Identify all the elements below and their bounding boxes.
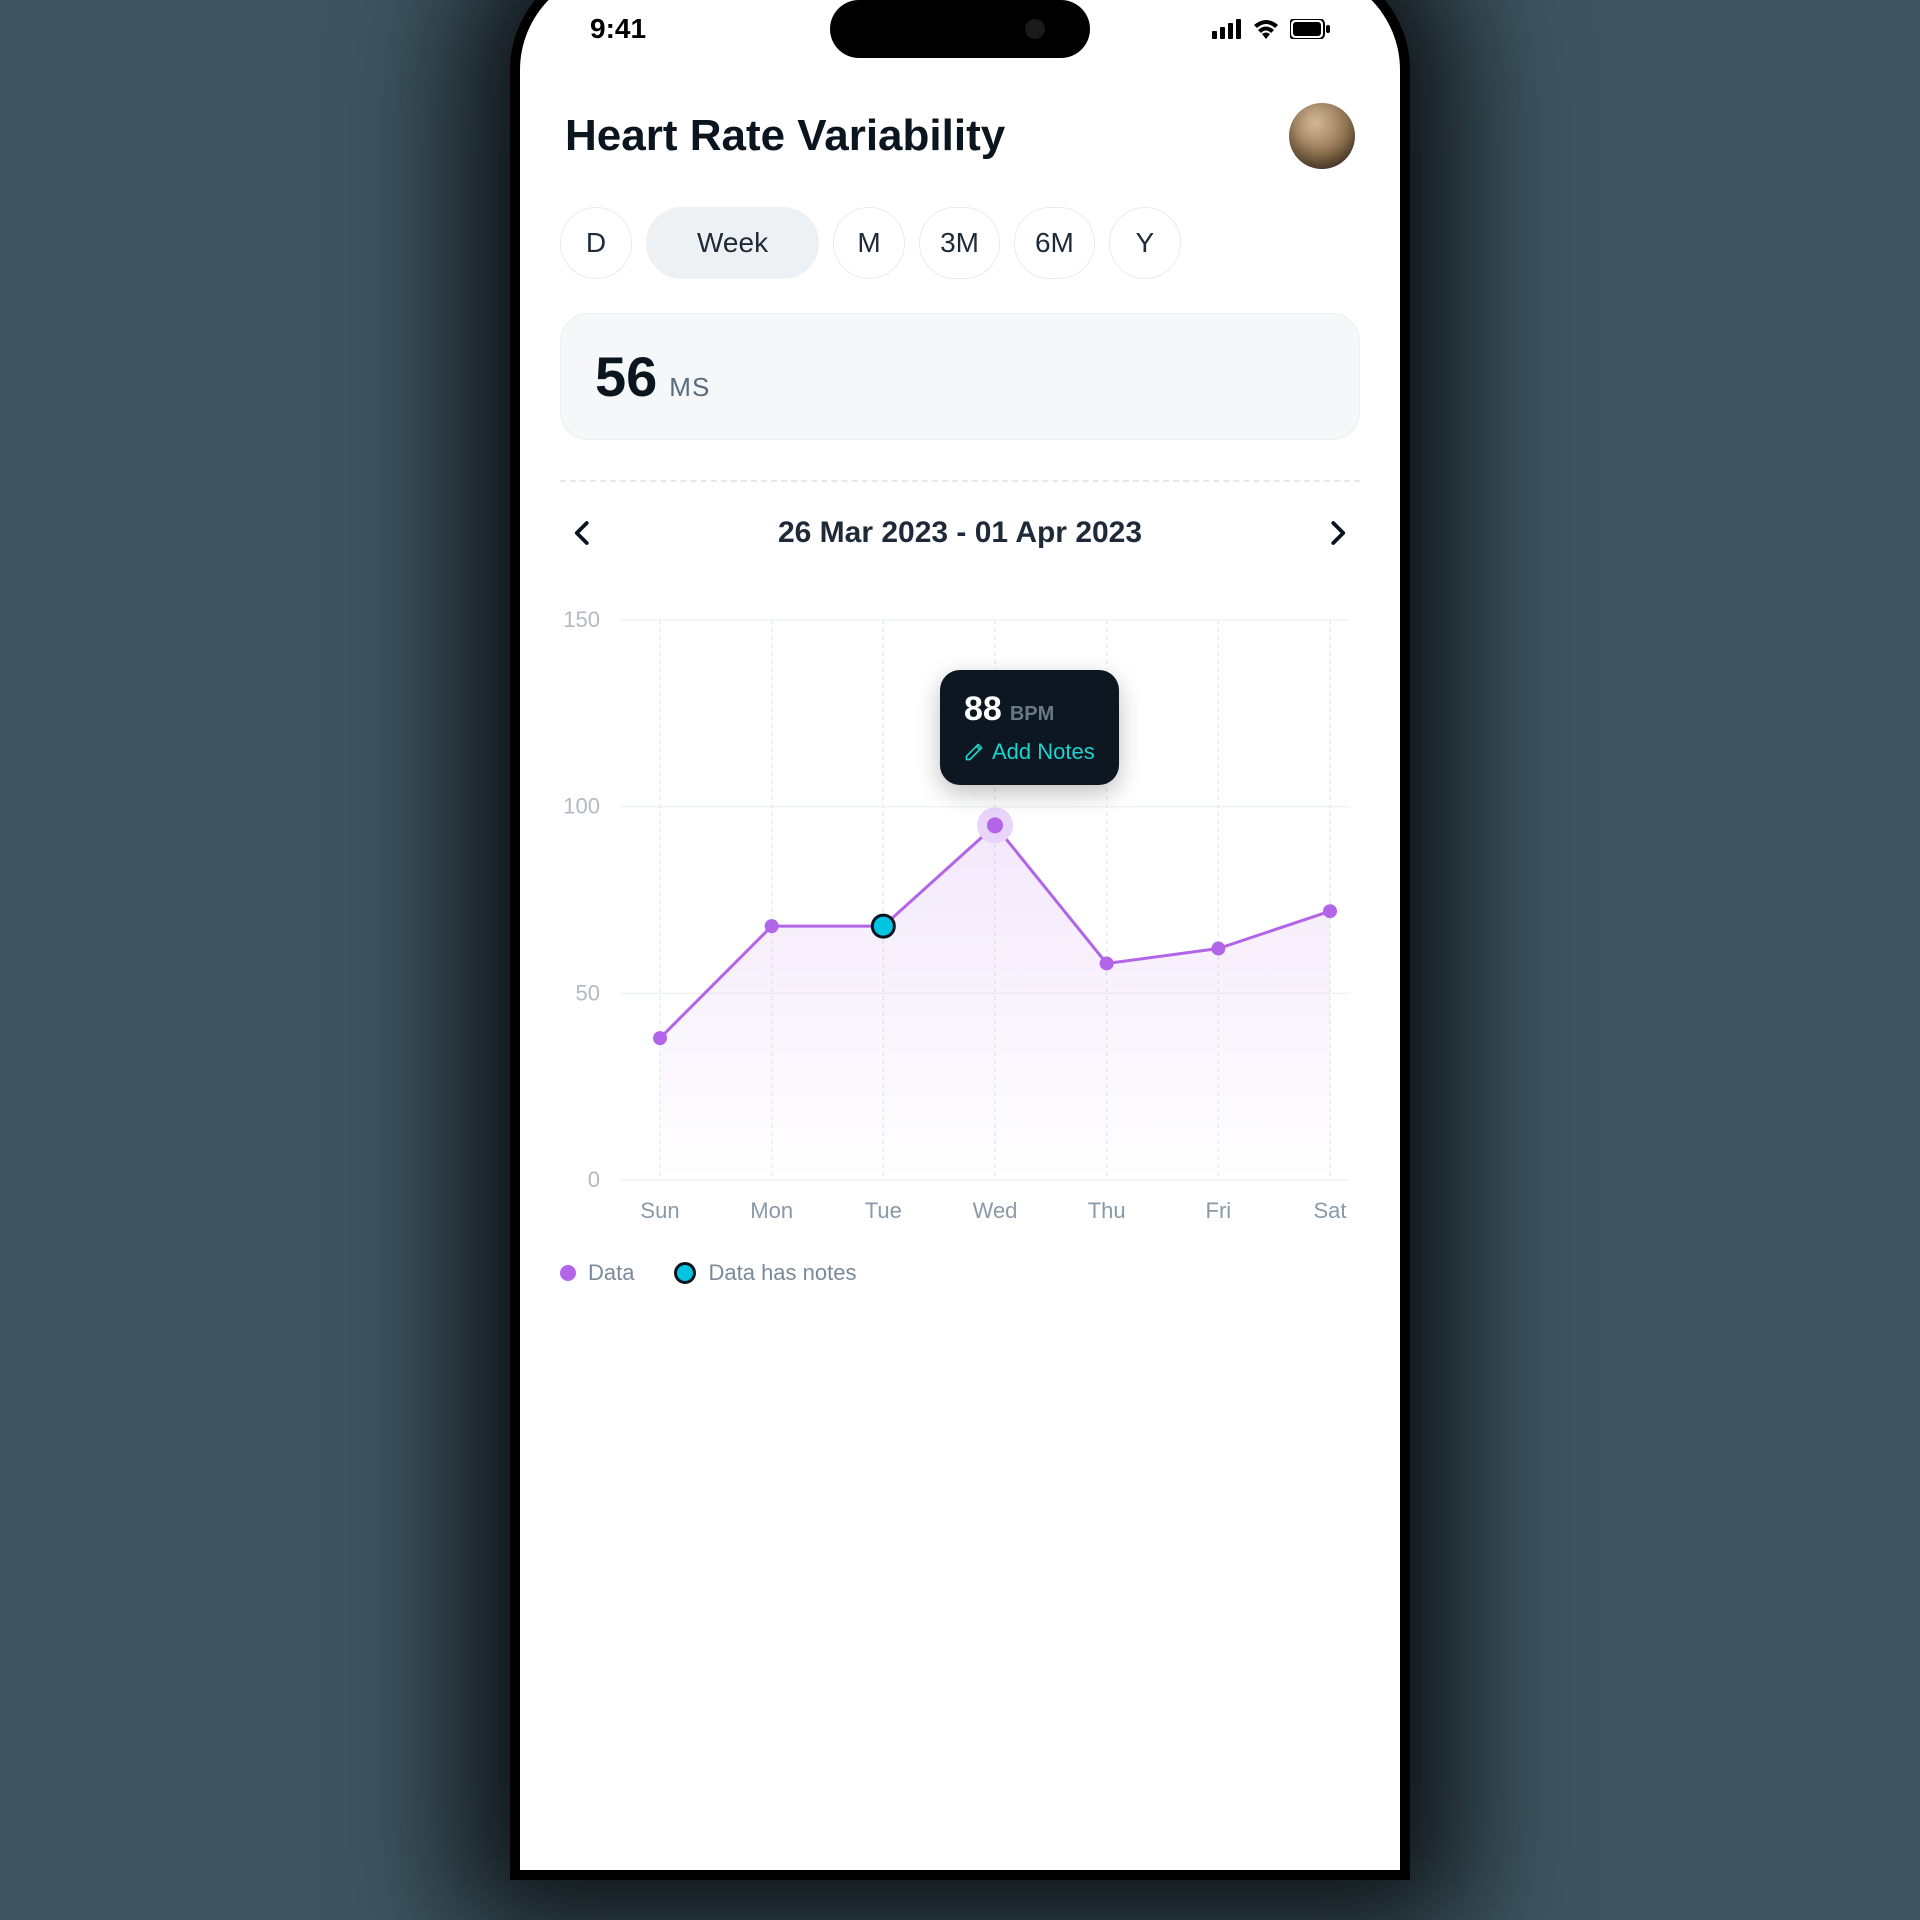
chart-container: 150 100 50 0 Sun Mon Tue Wed Thu Fri Sat 88 BPM Ad…	[560, 600, 1360, 1240]
chevron-right-icon[interactable]	[1322, 518, 1352, 548]
range-tab-label: 6M	[1035, 227, 1074, 259]
legend-label: Data has notes	[708, 1260, 856, 1286]
x-tick-label: Wed	[973, 1198, 1018, 1223]
data-point[interactable]	[653, 1031, 667, 1045]
date-range-label: 26 Mar 2023 - 01 Apr 2023	[778, 516, 1142, 550]
date-nav: 26 Mar 2023 - 01 Apr 2023	[560, 516, 1360, 550]
status-icons	[1212, 19, 1330, 39]
range-tab-week[interactable]: Week	[646, 207, 819, 279]
legend-dot-notes	[674, 1262, 696, 1284]
y-tick-label: 150	[563, 607, 600, 632]
tooltip-unit: BPM	[1010, 703, 1054, 726]
range-tab-label: Y	[1136, 227, 1155, 259]
x-tick-label: Fri	[1206, 1198, 1232, 1223]
cellular-icon	[1212, 19, 1242, 39]
range-tab-y[interactable]: Y	[1109, 207, 1181, 279]
chart-tooltip: 88 BPM Add Notes	[940, 670, 1119, 785]
x-tick-label: Tue	[865, 1198, 902, 1223]
range-tab-3m[interactable]: 3M	[919, 207, 1000, 279]
status-time: 9:41	[590, 13, 646, 45]
y-tick-label: 100	[563, 794, 600, 819]
avatar[interactable]	[1289, 103, 1355, 169]
metric-card: 56 MS	[560, 313, 1360, 440]
y-tick-label: 50	[576, 980, 600, 1005]
page-title: Heart Rate Variability	[565, 111, 1005, 161]
divider	[560, 480, 1360, 482]
range-tab-label: 3M	[940, 227, 979, 259]
legend-item-data: Data	[560, 1260, 634, 1286]
legend-item-notes: Data has notes	[674, 1260, 856, 1286]
y-tick-label: 0	[588, 1167, 600, 1192]
phone-frame: 9:41 Heart Rate Variability D Week M 3M …	[520, 0, 1400, 1870]
range-tab-label: Week	[697, 227, 768, 259]
x-tick-label: Sat	[1313, 1198, 1346, 1223]
data-point[interactable]	[1323, 904, 1337, 918]
range-tab-6m[interactable]: 6M	[1014, 207, 1095, 279]
tooltip-value: 88	[964, 690, 1002, 729]
chevron-left-icon[interactable]	[568, 518, 598, 548]
data-point-notes[interactable]	[872, 915, 894, 937]
notch	[830, 0, 1090, 58]
range-tab-m[interactable]: M	[833, 207, 905, 279]
data-point[interactable]	[1211, 942, 1225, 956]
x-tick-label: Mon	[750, 1198, 793, 1223]
x-tick-label: Thu	[1088, 1198, 1126, 1223]
add-notes-label: Add Notes	[992, 739, 1095, 765]
edit-icon	[964, 742, 984, 762]
legend-label: Data	[588, 1260, 634, 1286]
chart-legend: Data Data has notes	[560, 1260, 1360, 1286]
data-point[interactable]	[765, 919, 779, 933]
range-tabs: D Week M 3M 6M Y	[560, 207, 1360, 279]
range-tab-label: M	[857, 227, 880, 259]
legend-dot-data	[560, 1265, 576, 1281]
x-tick-label: Sun	[640, 1198, 679, 1223]
metric-unit: MS	[669, 372, 710, 403]
data-point-highlight[interactable]	[987, 817, 1003, 833]
data-point[interactable]	[1100, 956, 1114, 970]
metric-value: 56	[595, 344, 657, 409]
page-header: Heart Rate Variability	[560, 103, 1360, 169]
wifi-icon	[1252, 19, 1280, 39]
battery-icon	[1290, 19, 1330, 39]
add-notes-button[interactable]: Add Notes	[964, 739, 1095, 765]
range-tab-d[interactable]: D	[560, 207, 632, 279]
range-tab-label: D	[586, 227, 606, 259]
